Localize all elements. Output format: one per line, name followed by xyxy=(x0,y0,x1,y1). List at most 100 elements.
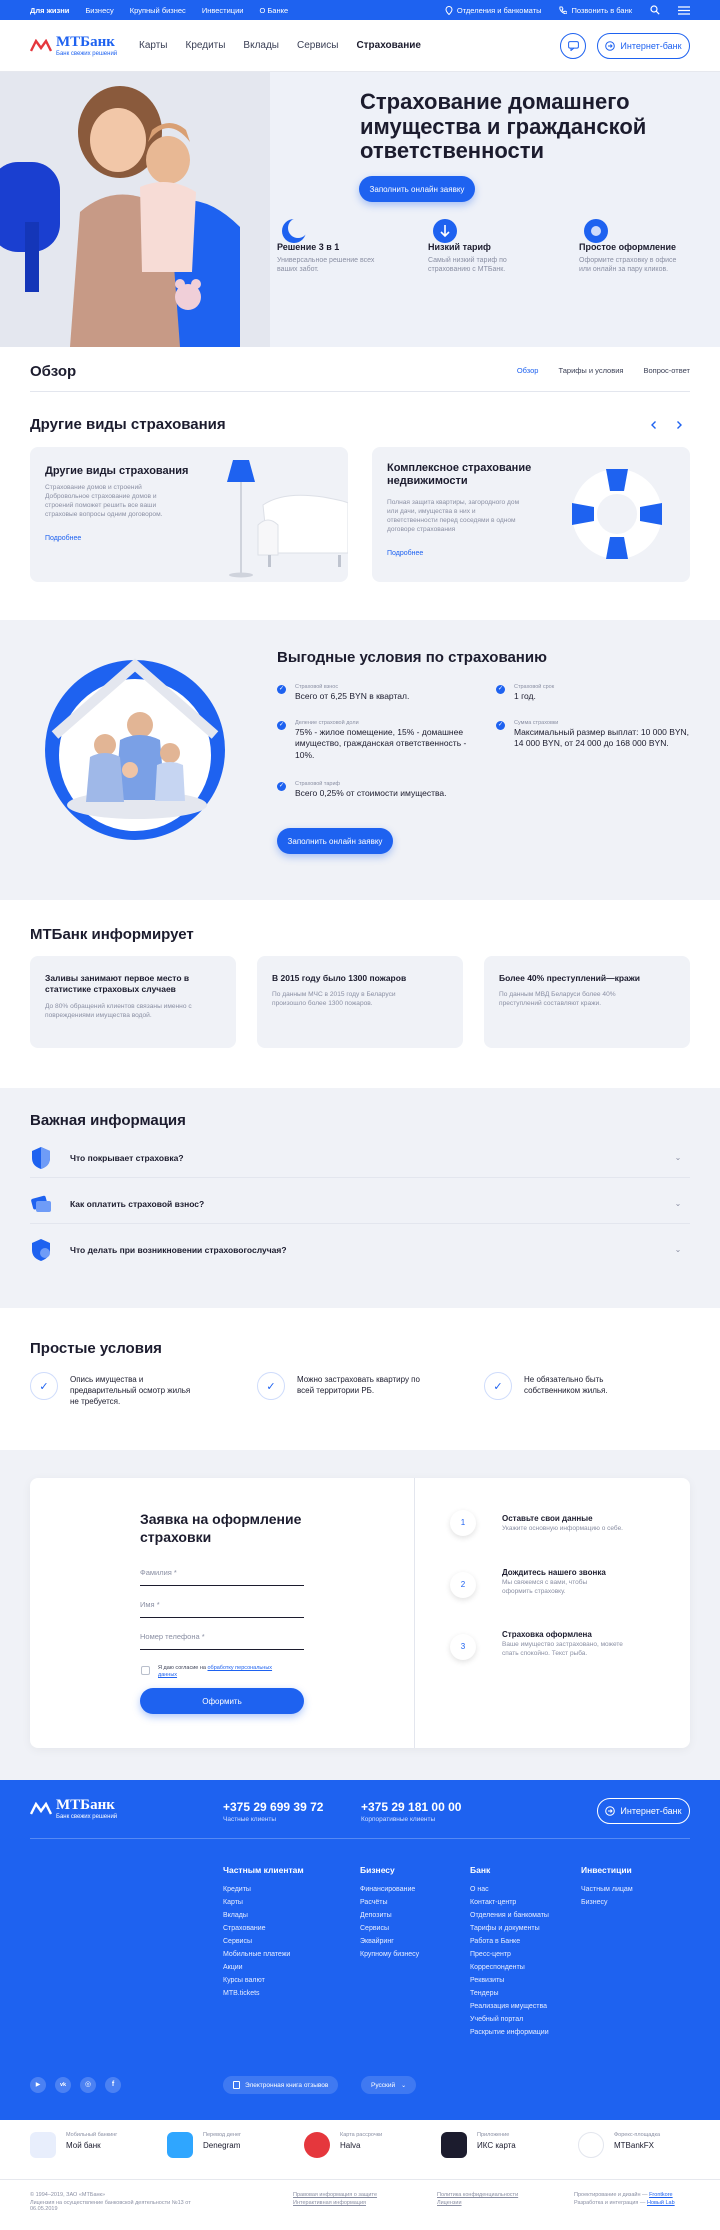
check-icon: ✓ xyxy=(277,685,286,694)
dev-link[interactable]: Новый Lab xyxy=(647,2200,675,2206)
app-name: MTBankFX xyxy=(614,2141,655,2150)
footer-link[interactable]: Тарифы и документы xyxy=(470,1925,549,1932)
call-bank-label: Позвонить в банк xyxy=(571,5,632,15)
phone-private[interactable]: +375 29 699 39 72 Частные клиенты xyxy=(223,1800,323,1823)
hero-apply-button[interactable]: Заполнить онлайн заявку xyxy=(359,176,475,202)
call-bank-link[interactable]: Позвонить в банк xyxy=(559,6,632,15)
search-icon[interactable] xyxy=(650,5,660,15)
phone-corporate[interactable]: +375 29 181 00 00 Корпоративные клиенты xyxy=(361,1800,461,1823)
footer-link[interactable]: Курсы валют xyxy=(223,1977,304,1984)
menu-icon[interactable] xyxy=(678,5,690,15)
consent-checkbox[interactable] xyxy=(141,1666,150,1675)
segment-link-investments[interactable]: Инвестиции xyxy=(202,6,244,15)
carousel-next-icon[interactable] xyxy=(674,420,684,430)
facebook-icon[interactable]: f xyxy=(105,2077,121,2093)
legal-link[interactable]: Правовая информация о защите xyxy=(293,2192,377,2198)
footer-link[interactable]: Эквайринг xyxy=(360,1938,419,1945)
faq-item-payment[interactable]: Как оплатить страховой взнос? ⌄ xyxy=(30,1184,690,1224)
footer-col-investments: Инвестиции Частным лицам Бизнесу xyxy=(581,1865,633,1912)
segment-link-corporate[interactable]: Крупный бизнес xyxy=(130,6,186,15)
simple-text: Можно застраховать квартиру по всей терр… xyxy=(297,1375,420,1396)
hero-feature-3: Простое оформление Оформите страховку в … xyxy=(579,219,689,275)
footer-internet-bank-button[interactable]: Интернет-банк xyxy=(597,1798,690,1824)
internet-bank-button[interactable]: Интернет-банк xyxy=(597,33,690,59)
footer-link[interactable]: Страхование xyxy=(223,1925,304,1932)
footer-logo[interactable]: МТБанк Банк свежих решений xyxy=(30,1798,117,1820)
feedback-book-button[interactable]: Электронная книга отзывов xyxy=(223,2076,339,2094)
segment-link-business[interactable]: Бизнесу xyxy=(85,6,113,15)
submit-button[interactable]: Оформить xyxy=(140,1688,304,1714)
footer-link[interactable]: Частным лицам xyxy=(581,1886,633,1893)
footer-link[interactable]: Реквизиты xyxy=(470,1977,549,1984)
footer-link[interactable]: Сервисы xyxy=(223,1938,304,1945)
tab-tariffs[interactable]: Тарифы и условия xyxy=(558,366,623,375)
inform-card-title: Более 40% преступлений—кражи xyxy=(499,973,640,983)
phone-field[interactable]: Номер телефона * xyxy=(140,1632,304,1650)
insurance-card-property[interactable]: Комплексное страхование недвижимости Пол… xyxy=(372,447,690,582)
segment-link-about[interactable]: О Банке xyxy=(259,6,288,15)
footer-link[interactable]: Крупному бизнесу xyxy=(360,1951,419,1958)
language-value: Русский xyxy=(371,2081,396,2089)
faq-item-claim[interactable]: Что делать при возникновении страховогос… xyxy=(30,1230,690,1270)
card-more-link[interactable]: Подробнее xyxy=(387,550,423,557)
language-select[interactable]: Русский ⌄ xyxy=(361,2076,417,2094)
tab-overview[interactable]: Обзор xyxy=(517,366,539,375)
app-caption: Карта рассрочки xyxy=(340,2132,383,2138)
footer-link[interactable]: Финансирование xyxy=(360,1886,419,1893)
footer-link[interactable]: Расчёты xyxy=(360,1899,419,1906)
footer-link[interactable]: Кредиты xyxy=(223,1886,304,1893)
legal-link[interactable]: Лицензии xyxy=(437,2200,462,2206)
menu-item-services[interactable]: Сервисы xyxy=(297,40,338,51)
app-name: Halva xyxy=(340,2141,361,2150)
footer-link[interactable]: Мобильные платежи xyxy=(223,1951,304,1958)
footer-link[interactable]: MTB.tickets xyxy=(223,1990,304,1997)
instagram-icon[interactable]: ◎ xyxy=(80,2077,96,2093)
branches-link[interactable]: Отделения и банкоматы xyxy=(445,5,541,15)
menu-item-deposits[interactable]: Вклады xyxy=(243,40,279,51)
youtube-icon[interactable]: ▶ xyxy=(30,2077,46,2093)
phone-number: +375 29 699 39 72 xyxy=(223,1800,324,1814)
footer-link[interactable]: Корреспонденты xyxy=(470,1964,549,1971)
menu-item-cards[interactable]: Карты xyxy=(139,40,168,51)
footer-link[interactable]: Карты xyxy=(223,1899,304,1906)
footer-link[interactable]: Депозиты xyxy=(360,1912,419,1919)
footer-link[interactable]: Отделения и банкоматы xyxy=(470,1912,549,1919)
legal-link[interactable]: Интерактивная информация xyxy=(293,2200,366,2206)
footer-link[interactable]: Акции xyxy=(223,1964,304,1971)
insurance-card-other[interactable]: Другие виды страхования Страхование домо… xyxy=(30,447,348,582)
vk-icon[interactable]: vk xyxy=(55,2077,71,2093)
design-link[interactable]: Frontkore xyxy=(649,2192,673,2198)
footer-link[interactable]: Вклады xyxy=(223,1912,304,1919)
footer-link[interactable]: Контакт-центр xyxy=(470,1899,549,1906)
app-name: Denegram xyxy=(203,2141,241,2150)
surname-field[interactable]: Фамилия * xyxy=(140,1568,304,1586)
check-icon: ✓ xyxy=(496,721,505,730)
faq-item-coverage[interactable]: Что покрывает страховка? ⌄ xyxy=(30,1138,690,1178)
footer-link[interactable]: Пресс-центр xyxy=(470,1951,549,1958)
tab-faq[interactable]: Вопрос-ответ xyxy=(643,366,690,375)
menu-item-credits[interactable]: Кредиты xyxy=(186,40,226,51)
name-field[interactable]: Имя * xyxy=(140,1600,304,1618)
footer-link[interactable]: Сервисы xyxy=(360,1925,419,1932)
condition-item-term: ✓ Страховой срок 1 год. xyxy=(496,684,686,702)
conditions-apply-button[interactable]: Заполнить онлайн заявку xyxy=(277,828,393,854)
footer-link[interactable]: О нас xyxy=(470,1886,549,1893)
card-more-link[interactable]: Подробнее xyxy=(45,535,81,542)
legal-link[interactable]: Политика конфиденциальности xyxy=(437,2192,518,2198)
menu-item-insurance[interactable]: Страхование xyxy=(356,40,421,51)
footer-link[interactable]: Реализация имущества xyxy=(470,2003,549,2010)
footer-link[interactable]: Учебный портал xyxy=(470,2016,549,2023)
segment-link-life[interactable]: Для жизни xyxy=(30,6,69,15)
footer-link[interactable]: Раскрытие информации xyxy=(470,2029,549,2036)
condition-label: Страховой тариф xyxy=(295,781,341,787)
chat-button[interactable] xyxy=(560,33,586,59)
hero-feature-2: Низкий тариф Самый низкий тариф по страх… xyxy=(428,219,538,275)
card-title: Другие виды страхования xyxy=(45,465,189,477)
carousel-prev-icon[interactable] xyxy=(649,420,659,430)
footer-link[interactable]: Бизнесу xyxy=(581,1899,633,1906)
brand-logo[interactable]: МТБанк Банк свежих решений xyxy=(30,35,117,57)
step-number: 2 xyxy=(450,1572,476,1598)
footer-link[interactable]: Тендеры xyxy=(470,1990,549,1997)
footer-link[interactable]: Работа в Банке xyxy=(470,1938,549,1945)
check-circle-icon: ✓ xyxy=(484,1372,512,1400)
